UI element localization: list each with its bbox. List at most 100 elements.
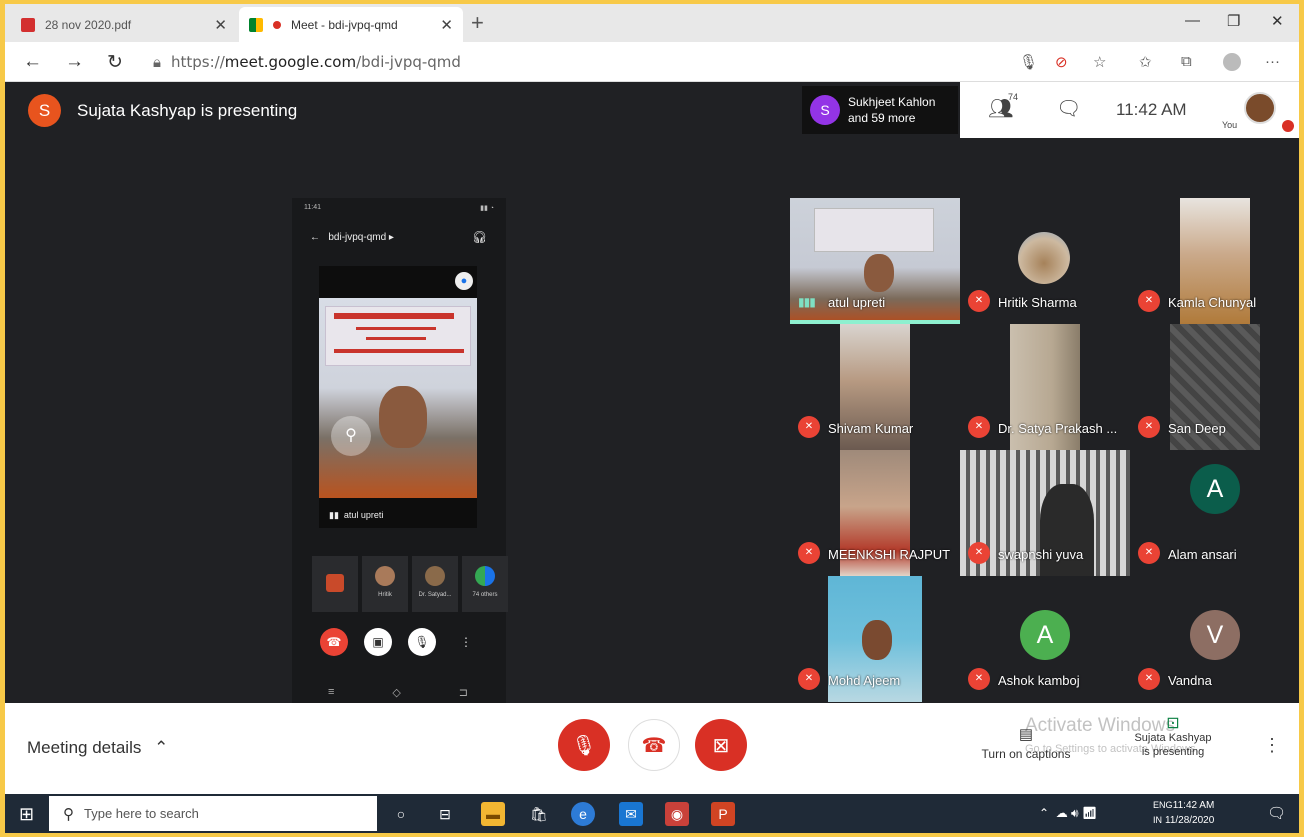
participant-tile[interactable]: ✕ MEENKSHI RAJPUT	[790, 450, 960, 576]
taskbar-clock[interactable]: 11:42 AM 11/28/2020	[1165, 798, 1214, 828]
restore-icon[interactable]: ❐	[1227, 12, 1240, 30]
participant-avatar: A	[1020, 610, 1070, 660]
chat-icon[interactable]: 🗨︎	[1056, 96, 1081, 121]
phone-hangup-icon: ☎	[320, 628, 348, 656]
forward-icon[interactable]: →	[65, 51, 84, 73]
meeting-clock: 11:42 AM	[1116, 100, 1187, 119]
phone-speaker-name: ▮▮ atul upreti	[329, 510, 384, 520]
participant-tile[interactable]: ✕ swapnshi yuva	[960, 450, 1130, 576]
headphones-icon: 🎧︎	[472, 230, 488, 244]
phone-thumb	[312, 556, 358, 612]
profile-icon[interactable]	[1223, 53, 1241, 71]
phone-video: ● ⚲ ▮▮ atul upreti	[319, 266, 477, 528]
tab-title: 28 nov 2020.pdf	[45, 17, 132, 32]
taskbar-search[interactable]: ⚲ Type here to search	[49, 796, 377, 831]
powerpoint-icon[interactable]: P	[711, 802, 735, 826]
tab-meet[interactable]: Meet - bdi-jvpq-qmd ✕	[239, 7, 463, 42]
pin-icon: ●	[455, 272, 473, 290]
tab-title: Meet - bdi-jvpq-qmd	[291, 17, 398, 32]
participant-tile[interactable]: V ✕ Vandna	[1130, 576, 1299, 702]
more-icon[interactable]: ···	[1265, 53, 1280, 70]
self-avatar[interactable]	[1244, 92, 1276, 124]
url-path: /bdi-jvpq-qmd	[356, 53, 461, 71]
star-icon[interactable]: ☆	[1093, 53, 1106, 71]
favorites-icon[interactable]: ✩	[1139, 53, 1152, 71]
file-explorer-icon[interactable]: ▬	[481, 802, 505, 826]
meeting-details-label: Meeting details	[27, 738, 142, 757]
mic-off-icon: ✕	[1138, 416, 1160, 438]
participant-name: Hritik Sharma	[998, 295, 1077, 310]
mic-toggle-button[interactable]: 🎙︎	[558, 719, 610, 771]
phone-status-time: 11:41	[304, 204, 321, 211]
collections-icon[interactable]: ⧉	[1181, 53, 1192, 70]
presenting-label: Sujata Kashyap is presenting	[77, 100, 298, 120]
phone-thumb: 74 others	[462, 556, 508, 612]
self-mic-off-icon	[1282, 120, 1294, 132]
participant-tile[interactable]: A ✕ Alam ansari	[1130, 450, 1299, 576]
participant-tile[interactable]: ✕ San Deep	[1130, 324, 1299, 450]
meeting-details-button[interactable]: Meeting details ⌃	[27, 738, 168, 758]
microphone-icon[interactable]: 🎙︎	[1019, 53, 1038, 71]
camera-blocked-icon[interactable]: ⊘	[1055, 53, 1068, 71]
meet-controls-bar: Meeting details ⌃ 🎙︎ ☎ ⊠ Activate Window…	[5, 703, 1299, 794]
participant-tile[interactable]: ✕ Hritik Sharma	[960, 198, 1130, 324]
chrome-app-icon[interactable]: ◉	[665, 802, 689, 826]
present-button[interactable]: ⊡ Sujata Kashyap is presenting	[1121, 715, 1225, 759]
taskbar-date: 11/28/2020	[1165, 815, 1215, 826]
participant-face	[864, 254, 894, 292]
more-options-icon[interactable]: ⋮	[1263, 735, 1281, 756]
refresh-icon[interactable]: ↻	[107, 51, 123, 74]
phone-nav-bar: ≡ ◇ ⊐	[328, 686, 468, 699]
mail-icon[interactable]: ✉	[619, 802, 643, 826]
speaker-image	[379, 386, 427, 448]
mic-off-icon: ✕	[1138, 290, 1160, 312]
participant-avatar: A	[1190, 464, 1240, 514]
windows-taskbar: ⊞ ⚲ Type here to search ○ ⊟ ▬ 🛍︎ e ✉ ◉ P…	[5, 794, 1299, 833]
present-screen-icon: ⊡	[1166, 715, 1180, 732]
browser-tab-strip: 28 nov 2020.pdf ✕ Meet - bdi-jvpq-qmd ✕ …	[5, 4, 1299, 42]
mic-off-icon: ✕	[798, 542, 820, 564]
windows-start-icon[interactable]: ⊞	[19, 804, 34, 825]
others-count: and 59 more	[848, 111, 916, 125]
mic-off-icon: ✕	[968, 416, 990, 438]
mic-off-icon: ✕	[968, 668, 990, 690]
participant-name: Mohd Ajeem	[828, 673, 901, 688]
captions-button[interactable]: ▤ Turn on captions	[971, 725, 1081, 761]
task-view-icon[interactable]: ⊟	[433, 802, 457, 826]
participant-name: Shivam Kumar	[828, 421, 914, 436]
leave-call-button[interactable]: ☎	[628, 719, 680, 771]
edge-icon[interactable]: e	[571, 802, 595, 826]
mic-off-icon: ✕	[1138, 668, 1160, 690]
presenter-banner: S Sujata Kashyap is presenting	[28, 94, 297, 127]
minimize-icon[interactable]: —	[1185, 12, 1200, 29]
participant-tile[interactable]: ✕ Dr. Satya Prakash ...	[960, 324, 1130, 450]
notification-icon[interactable]: 🗨︎	[1267, 804, 1286, 822]
phone-thumb: Dr. Satyad...	[412, 556, 458, 612]
tab-pdf[interactable]: 28 nov 2020.pdf ✕	[11, 7, 237, 42]
phone-status-bar: 11:41 ▮▮ ◔	[304, 204, 494, 212]
participant-tile[interactable]: ▮▮▮ atul upreti	[790, 198, 960, 324]
phone-thumbnails: Hritik Dr. Satyad... 74 others	[312, 556, 508, 612]
camera-toggle-button[interactable]: ⊠	[695, 719, 747, 771]
url-field[interactable]: 🔒︎ https://meet.google.com/bdi-jvpq-qmd	[153, 53, 461, 71]
participant-tile[interactable]: ✕ Kamla Chunyal	[1130, 198, 1299, 324]
participant-name: atul upreti	[828, 295, 886, 310]
system-tray-icons[interactable]: ⌃ ☁ 🔊︎ 📶︎	[1039, 806, 1097, 821]
back-icon[interactable]: ←	[23, 51, 42, 73]
participant-tile[interactable]: ✕ Mohd Ajeem	[790, 576, 960, 702]
url-prefix: https://	[170, 53, 225, 71]
new-tab-icon[interactable]: +	[471, 10, 484, 36]
cortana-icon[interactable]: ○	[389, 802, 413, 826]
close-icon[interactable]: ✕	[440, 16, 453, 34]
close-window-icon[interactable]: ✕	[1271, 12, 1284, 30]
store-icon[interactable]: 🛍︎	[527, 802, 551, 826]
present-line2: is presenting	[1141, 746, 1205, 758]
phone-mic-icon: 🎙︎	[408, 628, 436, 656]
mic-off-icon: ✕	[798, 416, 820, 438]
participant-tile[interactable]: ✕ Shivam Kumar	[790, 324, 960, 450]
people-count: 74	[1008, 92, 1019, 102]
close-icon[interactable]: ✕	[214, 16, 227, 34]
mic-off-icon: ✕	[968, 542, 990, 564]
shared-screen: 11:41 ▮▮ ◔ ← bdi-jvpq-qmd ▸ 🎧︎ ● ⚲ ▮▮ at…	[292, 198, 508, 703]
participant-tile[interactable]: A ✕ Ashok kamboj	[960, 576, 1130, 702]
